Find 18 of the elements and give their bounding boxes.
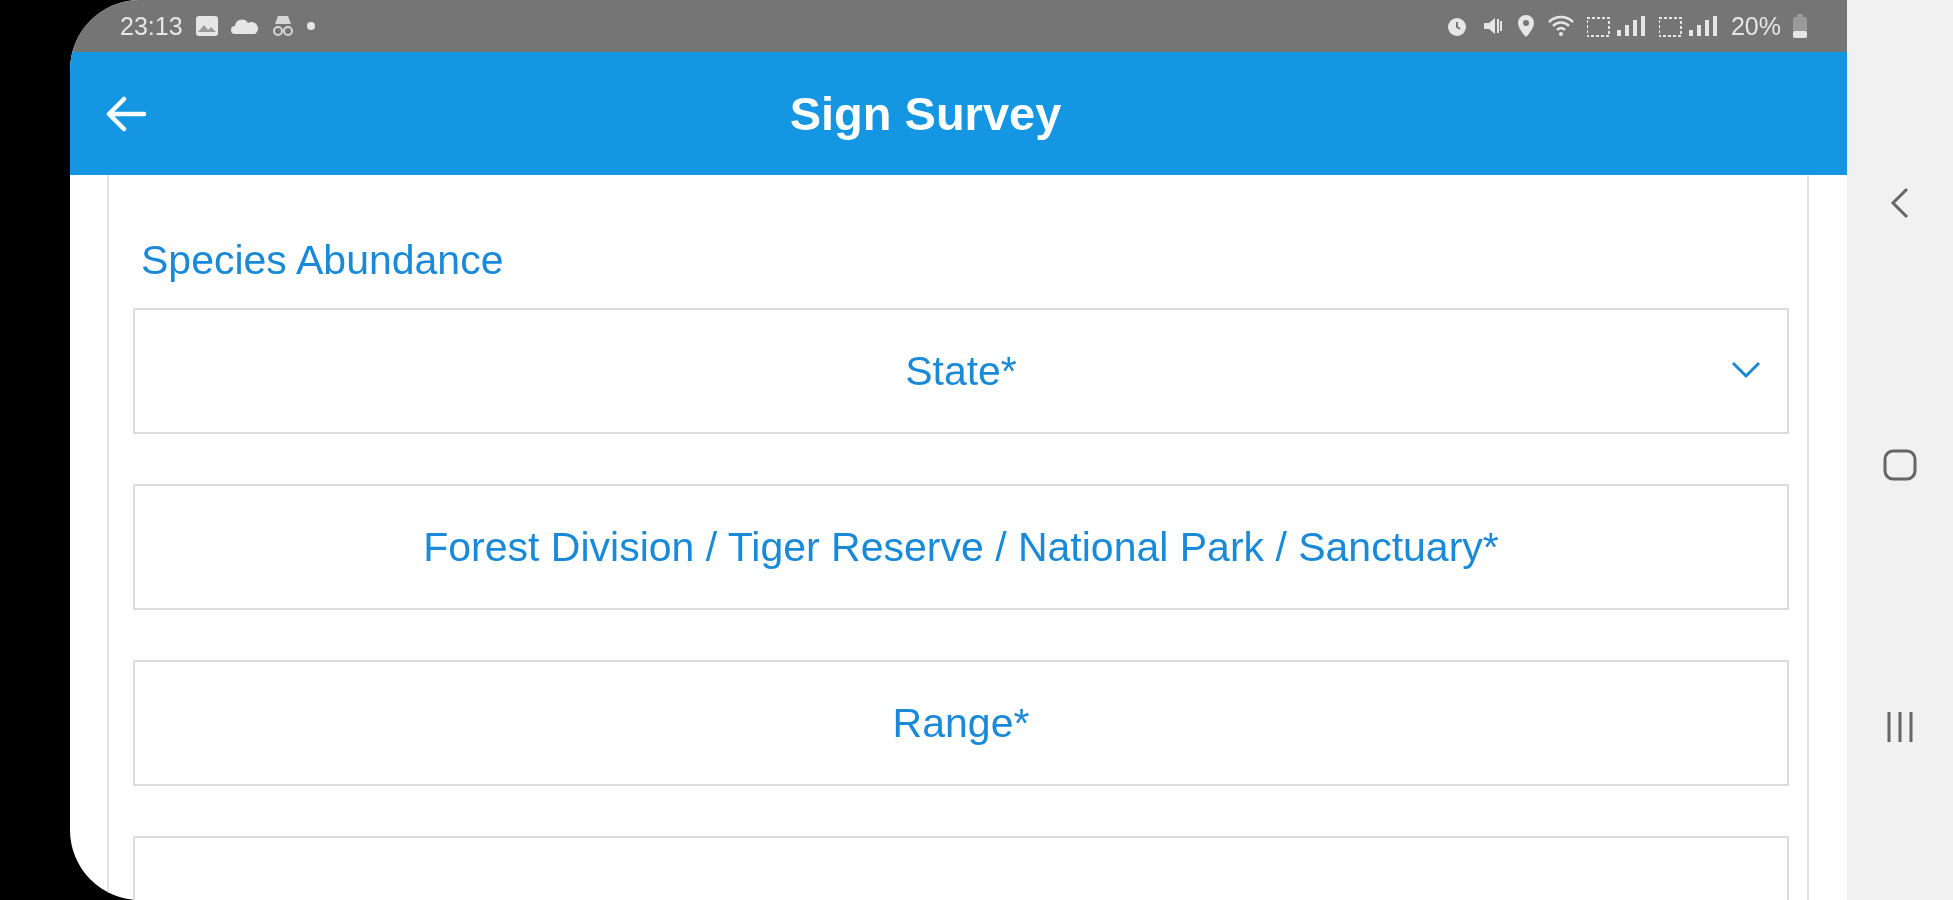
incognito-icon [270, 14, 295, 38]
cloud-icon [230, 18, 259, 34]
chevron-left-icon [1890, 186, 1910, 220]
screen-title: Sign Survey [788, 86, 1063, 141]
image-icon [194, 15, 219, 37]
battery-icon [1793, 14, 1807, 38]
select-field[interactable]: Range* [133, 660, 1789, 786]
location-icon [1516, 14, 1535, 38]
battery-percent: 20% [1730, 11, 1781, 41]
select-field[interactable]: State* [133, 308, 1789, 434]
section-heading: Species Abundance [140, 236, 505, 285]
wifi-icon [1546, 15, 1575, 37]
signal-icon [1586, 14, 1647, 38]
chevron-down-icon [1731, 361, 1761, 379]
select-field[interactable]: Forest Division / Tiger Reserve / National Park / Sanctuary* [133, 484, 1789, 610]
signal-icon [1658, 14, 1719, 38]
clock-time: 23:13 [120, 11, 183, 41]
dot-icon [306, 22, 315, 30]
